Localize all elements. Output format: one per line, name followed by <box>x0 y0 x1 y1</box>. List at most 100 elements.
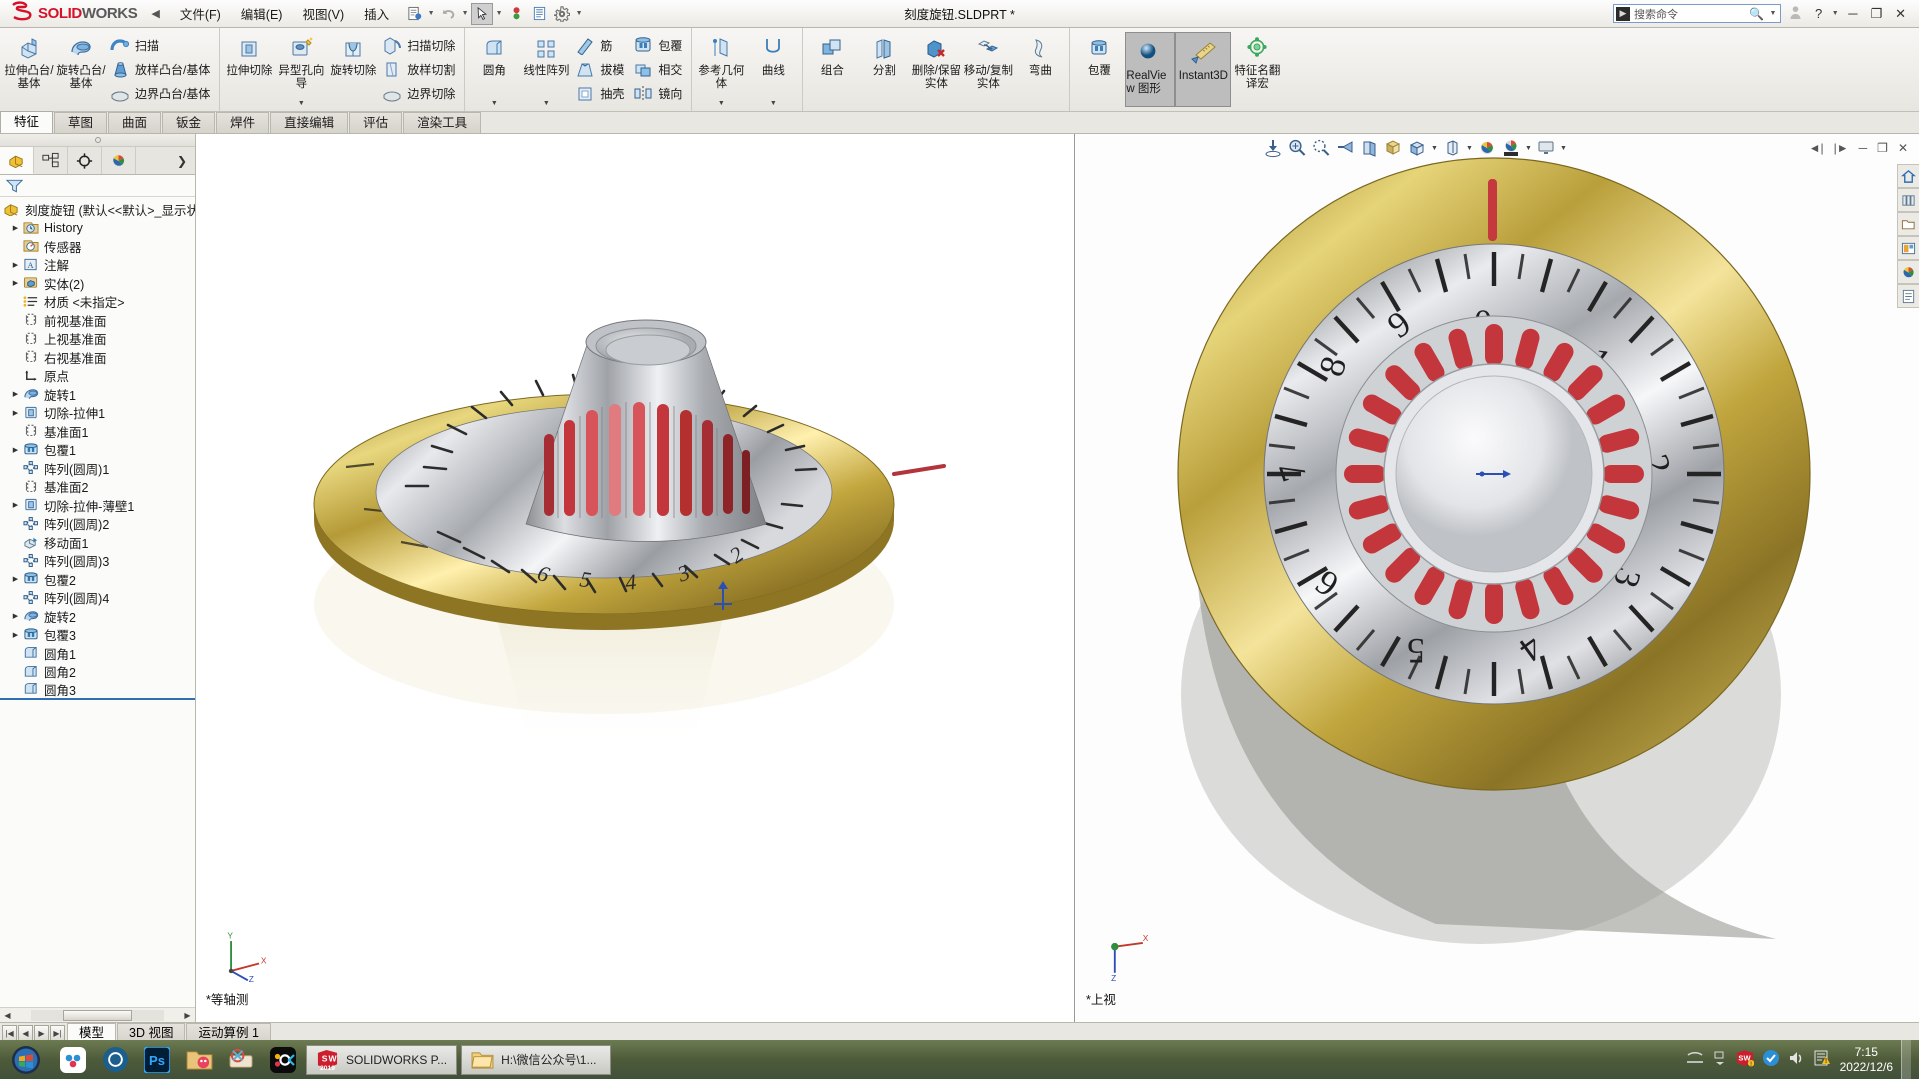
curves-button[interactable]: 曲线 ▼ <box>747 30 799 109</box>
viewport-close-icon[interactable]: ✕ <box>1895 141 1911 155</box>
show-desktop-button[interactable] <box>1901 1040 1911 1079</box>
taskbar-solidworks[interactable]: S W 2019 SOLIDWORKS P... <box>306 1044 458 1075</box>
tab-weldments[interactable]: 焊件 <box>216 112 270 133</box>
panel-splitter[interactable] <box>0 134 195 147</box>
tree-item[interactable]: 右视基准面 <box>0 348 195 367</box>
cloud-sync-icon[interactable] <box>52 1041 94 1079</box>
realview-toggle[interactable]: RealView 图形 <box>1125 32 1176 107</box>
tree-item[interactable]: 上视基准面 <box>0 330 195 349</box>
tab-propertymanager[interactable] <box>34 147 68 174</box>
boundary-boss-button[interactable]: 边界凸台/基体 <box>107 82 216 106</box>
tab-direct-editing[interactable]: 直接编辑 <box>270 112 349 133</box>
zoom-in-out-icon[interactable] <box>1310 137 1332 159</box>
viewport-minimize-icon[interactable]: ─ <box>1856 141 1871 155</box>
display-style-caret-icon[interactable]: ▼ <box>1430 145 1439 152</box>
design-library-icon[interactable] <box>1897 188 1919 212</box>
undo-icon[interactable] <box>437 3 459 25</box>
new-caret-icon[interactable]: ▼ <box>426 10 436 17</box>
tree-item[interactable]: ▶ A 注解 <box>0 256 195 275</box>
tree-item[interactable]: 原点 <box>0 367 195 386</box>
tree-item[interactable]: 传感器 <box>0 237 195 256</box>
tree-item[interactable]: 圆角3 <box>0 681 195 700</box>
tree-item[interactable]: ▶ 包覆1 <box>0 441 195 460</box>
tab-featuremanager[interactable] <box>0 147 34 174</box>
scroll-right-icon[interactable]: ▶ <box>180 1011 195 1020</box>
curves-caret-icon[interactable]: ▼ <box>770 100 777 109</box>
search-icon[interactable]: 🔍 <box>1749 7 1764 21</box>
expand-arrow-icon[interactable]: ▶ <box>9 446 22 454</box>
tab-render-tools[interactable]: 渲染工具 <box>403 112 482 133</box>
linear-pattern-caret-icon[interactable]: ▼ <box>543 100 550 109</box>
scroll-track[interactable] <box>31 1009 164 1021</box>
combine-button[interactable]: 组合 <box>806 30 858 109</box>
expand-arrow-icon[interactable]: ▶ <box>9 279 22 287</box>
previous-view-icon[interactable] <box>1334 137 1356 159</box>
expand-arrow-icon[interactable]: ▶ <box>9 261 22 269</box>
boundary-cut-button[interactable]: 边界切除 <box>379 82 461 106</box>
expand-arrow-icon[interactable]: ▶ <box>9 390 22 398</box>
restore-icon[interactable]: ❐ <box>1865 6 1887 22</box>
menu-view[interactable]: 视图(V) <box>292 0 354 27</box>
home-icon[interactable] <box>1897 164 1919 188</box>
edit-appearance-icon[interactable] <box>1476 137 1498 159</box>
tree-item[interactable]: ▶ 包覆3 <box>0 626 195 645</box>
view-settings-caret-icon[interactable]: ▼ <box>1559 145 1568 152</box>
tab-displaymanager[interactable] <box>102 147 136 174</box>
tree-item[interactable]: 圆角1 <box>0 644 195 663</box>
ok-app-icon[interactable] <box>262 1041 304 1079</box>
windows-start-icon[interactable] <box>0 1041 52 1079</box>
viewport-restore-icon[interactable]: ❐ <box>1874 141 1891 155</box>
move-copy-body-button[interactable]: 移动/复制实体 <box>962 30 1014 109</box>
rib-button[interactable]: 筋 <box>572 33 630 57</box>
apply-scene-caret-icon[interactable]: ▼ <box>1524 145 1533 152</box>
help-icon[interactable]: ? <box>1810 6 1827 21</box>
expand-arrow-icon[interactable]: ▶ <box>9 501 22 509</box>
file-explorer-icon[interactable] <box>1897 212 1919 236</box>
tree-horizontal-scrollbar[interactable]: ◀ ▶ <box>0 1007 195 1022</box>
snip-tool-icon[interactable] <box>220 1041 262 1079</box>
rebuild-icon[interactable] <box>505 3 527 25</box>
hole-wizard-caret-icon[interactable]: ▼ <box>298 100 305 109</box>
taskbar-explorer[interactable]: H:\微信公众号\1... <box>461 1044 612 1075</box>
tree-item[interactable]: ▶ History <box>0 219 195 238</box>
minimize-icon[interactable]: ─ <box>1843 6 1862 21</box>
linear-pattern-button[interactable]: 线性阵列 ▼ <box>520 30 572 109</box>
volume-icon[interactable] <box>1788 1050 1806 1069</box>
tree-item[interactable]: 阵列(圆周)2 <box>0 515 195 534</box>
feature-name-macro-button[interactable]: 特征名翻译宏 <box>1231 30 1283 109</box>
draft-button[interactable]: 拔模 <box>572 57 630 81</box>
hide-show-icon[interactable] <box>1441 137 1463 159</box>
chevron-right-icon[interactable]: ❯ <box>169 147 195 174</box>
wechat-folder-icon[interactable] <box>178 1041 220 1079</box>
photoshop-icon[interactable]: Ps <box>136 1041 178 1079</box>
view-settings-icon[interactable] <box>1535 137 1557 159</box>
tree-item[interactable]: 材质 <未指定> <box>0 293 195 312</box>
apply-scene-icon[interactable] <box>1500 137 1522 159</box>
tree-filter-bar[interactable] <box>0 175 195 197</box>
view-palette-icon[interactable] <box>1897 236 1919 260</box>
tree-item[interactable]: 阵列(圆周)1 <box>0 459 195 478</box>
tree-item[interactable]: 前视基准面 <box>0 311 195 330</box>
tree-item[interactable]: ▶ 切除-拉伸-薄壁1 <box>0 496 195 515</box>
menu-insert[interactable]: 插入 <box>354 0 399 27</box>
restore-right-icon[interactable]: |► <box>1831 141 1852 155</box>
user-account-icon[interactable] <box>1784 5 1807 23</box>
expand-arrow-icon[interactable]: ▶ <box>9 409 22 417</box>
tab-features[interactable]: 特征 <box>0 111 54 133</box>
tree-item[interactable]: 阵列(圆周)4 <box>0 589 195 608</box>
scroll-left-icon[interactable]: ◀ <box>0 1011 15 1020</box>
zoom-to-area-icon[interactable] <box>1286 137 1308 159</box>
tree-item[interactable]: 移动面1 <box>0 533 195 552</box>
intersect-button[interactable]: 相交 <box>630 57 688 81</box>
tree-item[interactable]: ▶ 实体(2) <box>0 274 195 293</box>
tab-sheetmetal[interactable]: 钣金 <box>162 112 216 133</box>
revolved-cut-button[interactable]: 旋转切除 <box>327 30 379 109</box>
tab-configurationmanager[interactable] <box>68 147 102 174</box>
reference-geometry-caret-icon[interactable]: ▼ <box>718 100 725 109</box>
browser-icon[interactable] <box>94 1041 136 1079</box>
wrap-button[interactable]: 包覆 <box>630 33 688 57</box>
lofted-boss-button[interactable]: 放样凸台/基体 <box>107 57 216 81</box>
section-view-icon[interactable] <box>1358 137 1380 159</box>
shell-button[interactable]: 抽壳 <box>572 82 630 106</box>
solidworks-tray-icon[interactable]: SW! <box>1735 1049 1754 1070</box>
